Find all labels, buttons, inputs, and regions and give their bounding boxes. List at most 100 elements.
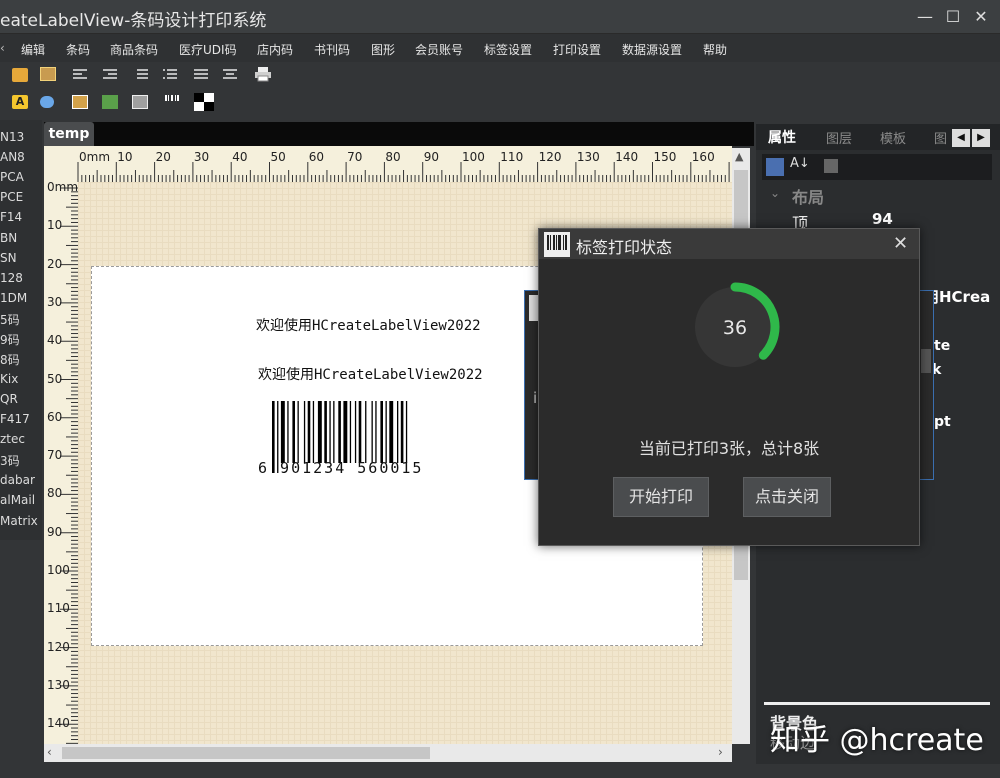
- list-item[interactable]: PCE: [0, 190, 23, 204]
- paste-icon[interactable]: [40, 67, 56, 81]
- list-item[interactable]: 8码: [0, 351, 20, 368]
- horizontal-scrollbar[interactable]: ‹ ›: [44, 744, 732, 762]
- ruler-label: 110: [500, 150, 524, 164]
- minimize-button[interactable]: —: [912, 5, 938, 29]
- tab-scroll-right-icon[interactable]: ▶: [972, 129, 990, 147]
- horizontal-scroll-thumb[interactable]: [62, 747, 430, 759]
- tab-temp[interactable]: temp: [44, 122, 94, 146]
- menu-item-label-settings[interactable]: 标签设置: [484, 41, 532, 58]
- align-left-icon[interactable]: [72, 68, 88, 82]
- label-text-line2[interactable]: 欢迎使用HCreateLabelView2022: [258, 364, 483, 384]
- list-item[interactable]: SN: [0, 251, 17, 265]
- ruler-label: 0mm: [79, 150, 111, 164]
- ruler-label: 70: [47, 448, 63, 463]
- list-item[interactable]: N13: [0, 130, 24, 144]
- list-item[interactable]: 1DM: [0, 291, 27, 305]
- ruler-label: 90: [47, 524, 63, 539]
- ruler-label: 70: [347, 150, 363, 164]
- menu-item-partial[interactable]: ‹: [0, 41, 5, 55]
- partial-text: i: [533, 389, 538, 407]
- justify-icon[interactable]: [193, 68, 209, 82]
- menu-item-edit[interactable]: 编辑: [21, 41, 45, 58]
- close-icon[interactable]: ✕: [893, 233, 908, 254]
- sort-alpha-icon[interactable]: A↓: [790, 156, 810, 171]
- progress-value: 36: [722, 317, 748, 339]
- align-center-icon[interactable]: [222, 68, 238, 82]
- ruler-label: 140: [47, 716, 70, 731]
- start-print-button[interactable]: 开始打印: [613, 477, 709, 517]
- list-item[interactable]: alMail: [0, 493, 35, 507]
- list-item[interactable]: dabar: [0, 473, 35, 487]
- list-item[interactable]: 3码: [0, 452, 20, 469]
- image-tool-icon[interactable]: [72, 95, 88, 109]
- scroll-up-icon[interactable]: ▲: [735, 150, 743, 163]
- menu-item-store-code[interactable]: 店内码: [257, 41, 293, 58]
- prop-top-value[interactable]: 94: [872, 210, 893, 228]
- barcode-logo-icon: [544, 232, 570, 257]
- menu-item-help[interactable]: 帮助: [703, 41, 727, 58]
- list-item[interactable]: 128: [0, 271, 23, 285]
- ruler-label: 100: [462, 150, 485, 164]
- menu-item-datasource-settings[interactable]: 数据源设置: [622, 41, 682, 58]
- list-item[interactable]: 5码: [0, 311, 20, 328]
- barcode-digits: 6 901234 560015: [258, 459, 424, 477]
- numbered-list-icon[interactable]: [162, 68, 178, 82]
- tab-properties[interactable]: 属性: [768, 127, 796, 147]
- list-item[interactable]: PCA: [0, 170, 24, 184]
- scroll-left-icon[interactable]: ‹: [47, 745, 52, 759]
- list-item[interactable]: QR: [0, 392, 18, 406]
- section-collapse-icon[interactable]: ⌄: [770, 186, 780, 200]
- close-dialog-button[interactable]: 点击关闭: [743, 477, 831, 517]
- property-pages-icon[interactable]: [824, 159, 838, 173]
- list-item[interactable]: F14: [0, 210, 22, 224]
- partial-text: te: [934, 338, 951, 354]
- tab-more[interactable]: 图: [934, 128, 947, 147]
- print-icon[interactable]: [254, 66, 272, 82]
- close-window-button[interactable]: ✕: [968, 5, 994, 29]
- window-title: eateLabelView-条码设计打印系统: [0, 11, 267, 31]
- qrcode-tool-icon[interactable]: [194, 93, 214, 111]
- insert-tool-icon[interactable]: [102, 95, 118, 109]
- picture-tool-icon[interactable]: [132, 95, 148, 109]
- menu-item-product-barcode[interactable]: 商品条码: [110, 41, 158, 58]
- panel-tab-bar: 属性 图层 模板 图 ◀ ▶: [756, 124, 1000, 150]
- dialog-title: 标签打印状态: [576, 238, 673, 257]
- text-tool-icon[interactable]: A: [12, 95, 28, 109]
- barcode-tool-icon[interactable]: [164, 94, 180, 108]
- tab-scroll-left-icon[interactable]: ◀: [952, 129, 970, 147]
- ruler-label: 110: [47, 601, 70, 616]
- ruler-label: 20: [47, 256, 63, 271]
- list-item[interactable]: ztec: [0, 432, 25, 446]
- list-icon[interactable]: [133, 68, 149, 82]
- list-item[interactable]: Kix: [0, 372, 18, 386]
- ellipse-tool-icon[interactable]: [40, 96, 54, 108]
- tab-layers[interactable]: 图层: [826, 128, 852, 147]
- label-text-line1[interactable]: 欢迎使用HCreateLabelView2022: [256, 315, 481, 335]
- toolbar-format: [0, 62, 300, 90]
- ruler-label: 120: [47, 639, 70, 654]
- ruler-label: 50: [270, 150, 286, 164]
- list-item[interactable]: BN: [0, 231, 17, 245]
- tab-templates[interactable]: 模板: [880, 128, 906, 147]
- section-layout: 布局: [792, 188, 825, 207]
- maximize-button[interactable]: ☐: [940, 5, 966, 29]
- menu-item-member-account[interactable]: 会员账号: [415, 41, 463, 58]
- menu-bar: ‹ 编辑 条码 商品条码 医疗UDI码 店内码 书刊码 图形 会员账号 标签设置…: [0, 34, 1000, 62]
- scroll-right-icon[interactable]: ›: [718, 745, 723, 759]
- list-item[interactable]: Matrix: [0, 514, 38, 528]
- menu-item-book-code[interactable]: 书刊码: [314, 41, 350, 58]
- menu-item-graphics[interactable]: 图形: [371, 41, 395, 58]
- document-tab-bar: temp: [44, 122, 754, 146]
- title-bar: eateLabelView-条码设计打印系统 — ☐ ✕: [0, 0, 1000, 34]
- dialog-header: 标签打印状态 ✕: [539, 229, 919, 259]
- menu-item-print-settings[interactable]: 打印设置: [553, 41, 601, 58]
- ruler-label: 160: [691, 150, 715, 164]
- categorized-icon[interactable]: [766, 158, 784, 176]
- list-item[interactable]: F417: [0, 412, 30, 426]
- list-item[interactable]: AN8: [0, 150, 25, 164]
- align-right-icon[interactable]: [102, 68, 118, 82]
- menu-item-barcode[interactable]: 条码: [66, 41, 90, 58]
- list-item[interactable]: 9码: [0, 331, 20, 348]
- menu-item-medical-udi[interactable]: 医疗UDI码: [179, 41, 237, 58]
- open-folder-icon[interactable]: [12, 68, 28, 82]
